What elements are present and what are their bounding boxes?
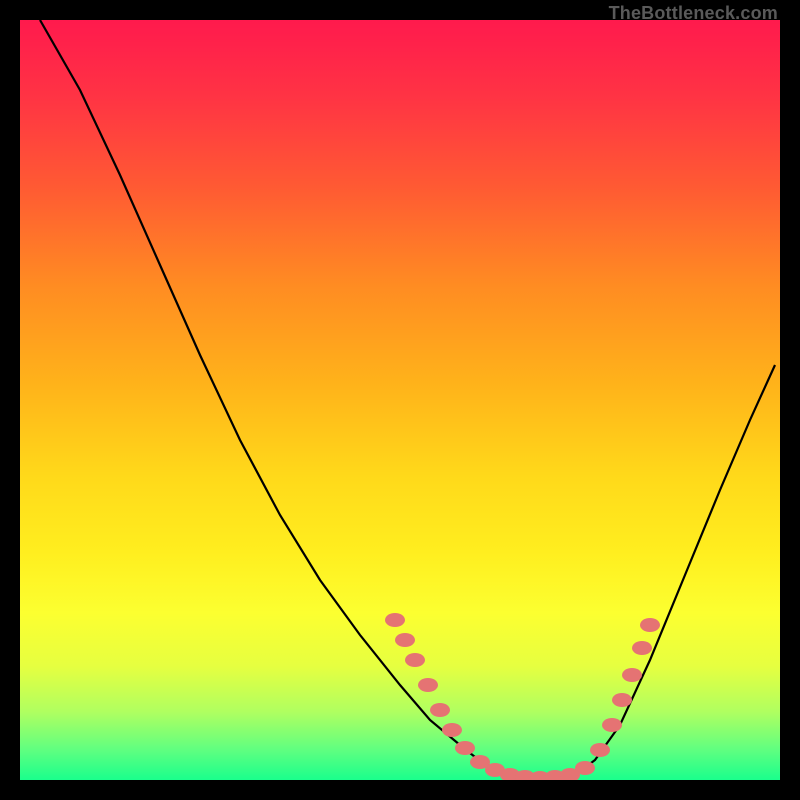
highlight-dot: [612, 693, 632, 707]
plot-background: [20, 20, 780, 780]
highlight-dot: [418, 678, 438, 692]
highlight-dot: [442, 723, 462, 737]
highlight-dot: [640, 618, 660, 632]
chart-frame: TheBottleneck.com: [0, 0, 800, 800]
highlight-dot: [622, 668, 642, 682]
highlight-dot: [405, 653, 425, 667]
highlight-dot: [395, 633, 415, 647]
highlight-dot: [632, 641, 652, 655]
highlight-dot: [575, 761, 595, 775]
chart-svg: [20, 20, 780, 780]
watermark-text: TheBottleneck.com: [609, 3, 778, 24]
highlight-dot: [385, 613, 405, 627]
highlight-dot: [602, 718, 622, 732]
highlight-dot: [430, 703, 450, 717]
highlight-dot: [590, 743, 610, 757]
highlight-dot: [455, 741, 475, 755]
